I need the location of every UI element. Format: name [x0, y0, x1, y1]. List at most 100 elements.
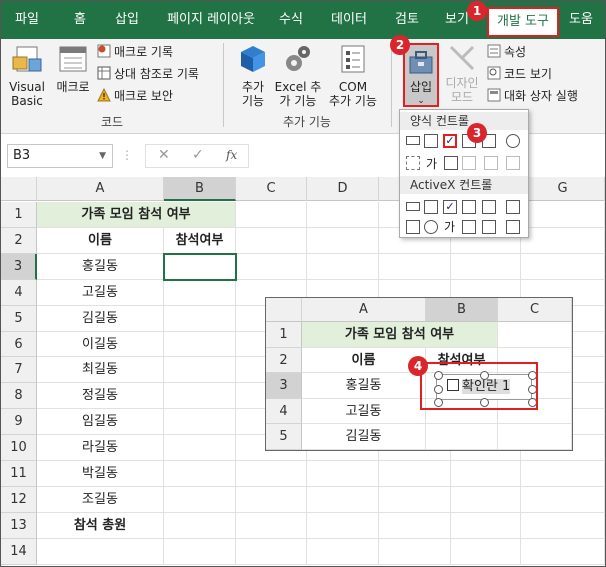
- empty-cell[interactable]: [236, 254, 307, 280]
- empty-cell[interactable]: [379, 487, 451, 513]
- column-header-C[interactable]: C: [236, 177, 307, 201]
- empty-cell[interactable]: [307, 461, 379, 487]
- row-header[interactable]: 3: [1, 254, 37, 280]
- activex-scroll-icon[interactable]: [506, 200, 520, 214]
- macro-button[interactable]: 매크로: [53, 43, 93, 94]
- text-field-control-icon[interactable]: [462, 156, 476, 170]
- record-macro-button[interactable]: 매크로 기록: [97, 43, 173, 61]
- empty-cell[interactable]: [379, 513, 451, 539]
- tab-review[interactable]: 검토: [389, 1, 425, 39]
- row-header[interactable]: 14: [1, 539, 37, 565]
- label-control-icon[interactable]: 가: [426, 155, 437, 172]
- name-cell[interactable]: 참석 총원: [37, 513, 164, 539]
- name-cell[interactable]: 고길동: [37, 280, 164, 306]
- name-cell[interactable]: 박길동: [37, 461, 164, 487]
- empty-cell[interactable]: [521, 254, 605, 280]
- tab-home[interactable]: 홈: [63, 1, 97, 39]
- empty-cell[interactable]: [236, 487, 307, 513]
- activex-image-icon[interactable]: [462, 220, 476, 234]
- empty-cell[interactable]: [379, 539, 451, 565]
- activex-combo-icon[interactable]: [424, 200, 438, 214]
- check-icon[interactable]: ✓: [192, 147, 204, 163]
- row-header[interactable]: 5: [1, 306, 37, 332]
- name-cell[interactable]: 김길동: [37, 306, 164, 332]
- option-button-control-icon[interactable]: [506, 134, 520, 148]
- row-header[interactable]: 11: [1, 461, 37, 487]
- activex-button-icon[interactable]: [406, 202, 420, 211]
- empty-cell[interactable]: [307, 228, 379, 254]
- column-header-A[interactable]: A: [37, 177, 164, 201]
- empty-cell[interactable]: [379, 461, 451, 487]
- empty-cell[interactable]: [379, 254, 451, 280]
- view-code-button[interactable]: 코드 보기: [487, 65, 552, 83]
- row-header[interactable]: 1: [1, 202, 37, 228]
- attendance-cell[interactable]: [164, 306, 236, 332]
- attendance-cell[interactable]: [164, 539, 236, 565]
- column-header-D[interactable]: D: [307, 177, 379, 201]
- empty-cell[interactable]: [236, 539, 307, 565]
- attendance-cell[interactable]: [164, 409, 236, 435]
- name-cell[interactable]: 임길동: [37, 409, 164, 435]
- properties-button[interactable]: 속성: [487, 43, 526, 61]
- name-cell[interactable]: 조길동: [37, 487, 164, 513]
- name-cell[interactable]: 이름: [37, 228, 164, 254]
- run-dialog-button[interactable]: 대화 상자 실행: [487, 87, 578, 105]
- empty-cell[interactable]: [521, 228, 605, 254]
- tab-help[interactable]: 도움: [569, 1, 605, 39]
- activex-option-icon[interactable]: [424, 220, 438, 234]
- attendance-cell[interactable]: 참석여부: [164, 228, 236, 254]
- combo-list-control-icon[interactable]: [484, 156, 498, 170]
- activex-more-controls-icon[interactable]: [506, 220, 520, 234]
- attendance-cell[interactable]: [164, 280, 236, 306]
- name-cell[interactable]: 최길동: [37, 357, 164, 383]
- row-header[interactable]: 4: [1, 280, 37, 306]
- empty-cell[interactable]: [307, 487, 379, 513]
- empty-cell[interactable]: [521, 202, 605, 228]
- attendance-cell[interactable]: [164, 487, 236, 513]
- scroll-bar-control-icon[interactable]: [444, 156, 458, 170]
- checkbox-control-icon[interactable]: ✓: [443, 134, 457, 148]
- row-header[interactable]: 9: [1, 409, 37, 435]
- attendance-cell[interactable]: [164, 357, 236, 383]
- empty-cell[interactable]: [521, 487, 605, 513]
- activex-spin-icon[interactable]: [406, 220, 420, 234]
- row-header[interactable]: 12: [1, 487, 37, 513]
- row-header[interactable]: 2: [1, 228, 37, 254]
- cancel-icon[interactable]: ✕: [158, 147, 170, 163]
- empty-cell[interactable]: [451, 254, 521, 280]
- combo-dropdown-control-icon[interactable]: [506, 156, 520, 170]
- title-cell[interactable]: 가족 모임 참석 여부: [37, 202, 236, 228]
- attendance-cell[interactable]: [164, 435, 236, 461]
- empty-cell[interactable]: [236, 202, 307, 228]
- design-mode-button[interactable]: 디자인 모드: [441, 43, 483, 104]
- attendance-cell[interactable]: [164, 332, 236, 357]
- attendance-cell[interactable]: [164, 461, 236, 487]
- name-cell[interactable]: [37, 539, 164, 565]
- column-header-B[interactable]: B: [164, 177, 236, 201]
- empty-cell[interactable]: [521, 539, 605, 565]
- empty-cell[interactable]: [236, 461, 307, 487]
- tab-file[interactable]: 파일: [9, 1, 45, 39]
- tab-formulas[interactable]: 수식: [273, 1, 309, 39]
- attendance-cell[interactable]: [164, 383, 236, 409]
- activex-checkbox-icon[interactable]: ✓: [443, 200, 457, 214]
- empty-cell[interactable]: [521, 513, 605, 539]
- tab-page-layout[interactable]: 페이지 레이아웃: [161, 1, 261, 39]
- button-control-icon[interactable]: [406, 136, 420, 145]
- empty-cell[interactable]: [236, 228, 307, 254]
- visual-basic-button[interactable]: Visual Basic: [7, 43, 47, 108]
- name-cell[interactable]: 라길동: [37, 435, 164, 461]
- activex-list-icon[interactable]: [462, 200, 476, 214]
- addins-button[interactable]: 추가 기능: [233, 43, 273, 108]
- relative-reference-button[interactable]: 상대 참조로 기록: [97, 65, 199, 83]
- name-box[interactable]: B3 ▼: [7, 144, 113, 168]
- empty-cell[interactable]: [451, 539, 521, 565]
- tab-insert[interactable]: 삽입: [109, 1, 145, 39]
- activex-textbox-icon[interactable]: [482, 200, 496, 214]
- tab-developer[interactable]: 개발 도구: [487, 7, 559, 37]
- macro-security-button[interactable]: 매크로 보안: [97, 87, 173, 105]
- name-cell[interactable]: 정길동: [37, 383, 164, 409]
- row-header[interactable]: 13: [1, 513, 37, 539]
- empty-cell[interactable]: [521, 461, 605, 487]
- row-header[interactable]: 10: [1, 435, 37, 461]
